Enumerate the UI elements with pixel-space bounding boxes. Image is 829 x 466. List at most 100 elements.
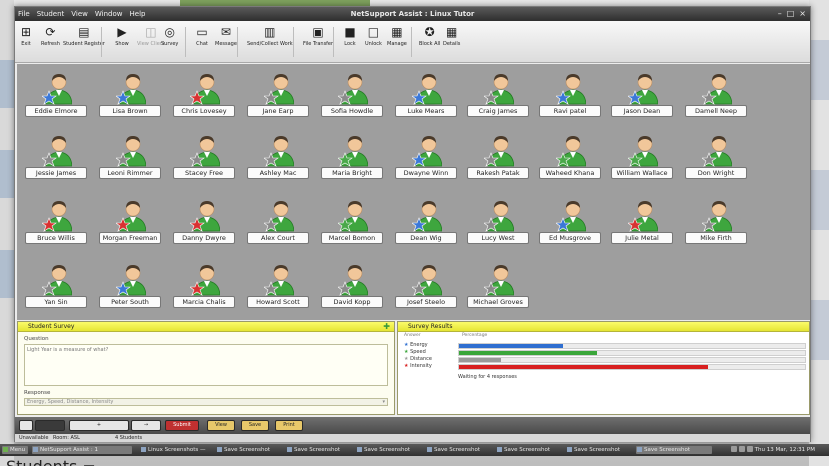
student-tile[interactable]: Don Wright bbox=[685, 133, 747, 185]
bottom-print-button[interactable]: Print bbox=[275, 420, 303, 431]
student-tile[interactable]: Eddie Elmore bbox=[25, 71, 87, 123]
taskbar-item[interactable]: Save Screenshot bbox=[566, 446, 630, 454]
student-tile[interactable]: Damell Neep bbox=[685, 71, 747, 123]
result-bar-track bbox=[458, 357, 806, 363]
taskbar-item[interactable]: Save Screenshot bbox=[356, 446, 420, 454]
bottom-forward-button[interactable]: → bbox=[131, 420, 161, 431]
bottom-add-button[interactable]: + bbox=[69, 420, 129, 431]
student-tile[interactable]: Danny Dwyre bbox=[173, 198, 235, 250]
manage-button[interactable]: ▦ Manage bbox=[387, 25, 407, 47]
student-tile[interactable]: Lucy West bbox=[467, 198, 529, 250]
chat-button[interactable]: ▭ Chat bbox=[195, 25, 209, 47]
student-tile[interactable]: Sofia Howdle bbox=[321, 71, 383, 123]
student-name: Jason Dean bbox=[611, 105, 673, 117]
student-tile[interactable]: Ashley Mac bbox=[247, 133, 309, 185]
clock[interactable]: Thu 13 Mar, 12:31 PM bbox=[755, 446, 815, 454]
student-tile[interactable]: David Kopp bbox=[321, 262, 383, 314]
student-tile[interactable]: Rakesh Patak bbox=[467, 133, 529, 185]
survey-results-panel: Survey Results Answer Percentage ★ Energ… bbox=[397, 321, 810, 415]
student-tile[interactable]: Marcel Bomon bbox=[321, 198, 383, 250]
question-textarea[interactable]: Light Year is a measure of what? bbox=[24, 344, 388, 386]
message-button[interactable]: ✉ Message bbox=[215, 25, 237, 47]
toolbar-label: Manage bbox=[387, 41, 407, 47]
result-answer: Speed bbox=[410, 349, 426, 355]
student-tile[interactable]: William Wallace bbox=[611, 133, 673, 185]
toolbar-separator bbox=[101, 27, 102, 57]
student-tile[interactable]: Craig James bbox=[467, 71, 529, 123]
toolbar-separator bbox=[411, 27, 412, 57]
taskbar-item[interactable]: NetSupport Assist : 1 bbox=[32, 446, 132, 454]
taskbar-item[interactable]: Save Screenshot bbox=[216, 446, 280, 454]
file-transfer-button[interactable]: ▣ File Transfer bbox=[303, 25, 333, 47]
start-menu-button[interactable]: Menu bbox=[2, 446, 28, 454]
survey-button[interactable]: ◎ Survey bbox=[161, 25, 178, 47]
toolbar-label: Exit bbox=[21, 41, 31, 47]
student-tile[interactable]: Chris Lovesey bbox=[173, 71, 235, 123]
student-tile[interactable]: Morgan Freeman bbox=[99, 198, 161, 250]
volume-icon[interactable] bbox=[739, 446, 745, 452]
student-tile[interactable]: Howard Scott bbox=[247, 262, 309, 314]
student-name: Julie Metal bbox=[611, 232, 673, 244]
bottom-btn-2[interactable] bbox=[35, 420, 65, 431]
taskbar-item[interactable]: Save Screenshot bbox=[426, 446, 490, 454]
student-tile[interactable]: Dwayne Winn bbox=[395, 133, 457, 185]
student-avatar-icon bbox=[483, 71, 515, 105]
minimize-button[interactable]: – bbox=[778, 7, 782, 21]
lock-button[interactable]: ■ Lock bbox=[343, 25, 357, 47]
student-tile[interactable]: Jason Dean bbox=[611, 71, 673, 123]
student-tile[interactable]: Julie Metal bbox=[611, 198, 673, 250]
network-icon[interactable] bbox=[731, 446, 737, 452]
student-avatar-icon bbox=[337, 198, 369, 232]
send-collect-work-button[interactable]: ▥ Send/Collect Work bbox=[247, 25, 293, 47]
bottom-view-button[interactable]: View bbox=[207, 420, 235, 431]
details-button[interactable]: ▦ Details bbox=[443, 25, 460, 47]
student-tile[interactable]: Alex Court bbox=[247, 198, 309, 250]
student-tile[interactable]: Yan Sin bbox=[25, 262, 87, 314]
taskbar-item[interactable]: Linux Screenshots — bbox=[140, 446, 210, 454]
student-avatar-icon bbox=[483, 262, 515, 296]
student-avatar-icon bbox=[189, 198, 221, 232]
battery-icon[interactable] bbox=[747, 446, 753, 452]
student-tile[interactable]: Jessie James bbox=[25, 133, 87, 185]
taskbar-item[interactable]: Save Screenshot bbox=[286, 446, 350, 454]
student-survey-panel: Student Survey ✚ Question Light Year is … bbox=[17, 321, 395, 415]
student-tile[interactable]: Bruce Willis bbox=[25, 198, 87, 250]
refresh-button[interactable]: ⟳ Refresh bbox=[41, 25, 60, 47]
student-tile[interactable]: Mike Firth bbox=[685, 198, 747, 250]
bottom-submit-button[interactable]: Submit bbox=[165, 420, 199, 431]
student-tile[interactable]: Dean Wig bbox=[395, 198, 457, 250]
taskbar-item[interactable]: Save Screenshot bbox=[636, 446, 712, 454]
student-tile[interactable]: Jane Earp bbox=[247, 71, 309, 123]
student-tile[interactable]: Luke Mears bbox=[395, 71, 457, 123]
bottom-save-button[interactable]: Save bbox=[241, 420, 269, 431]
student-tile[interactable]: Michael Groves bbox=[467, 262, 529, 314]
student-tile[interactable]: Ravi patel bbox=[539, 71, 601, 123]
student-tile[interactable]: Josef Steelo bbox=[395, 262, 457, 314]
exit-button[interactable]: ⊞ Exit bbox=[19, 25, 33, 47]
taskbar-item[interactable]: Save Screenshot bbox=[496, 446, 560, 454]
student-tile[interactable]: Waheed Khana bbox=[539, 133, 601, 185]
student-tile[interactable]: Marcia Chalis bbox=[173, 262, 235, 314]
bottom-btn-1[interactable] bbox=[19, 420, 33, 431]
results-panel-header: Survey Results bbox=[398, 322, 809, 332]
chat-icon: ▭ bbox=[196, 25, 208, 39]
show-button[interactable]: ▶ Show bbox=[115, 25, 129, 47]
block-all-button[interactable]: ✪ Block All bbox=[419, 25, 440, 47]
student-name: Bruce Willis bbox=[25, 232, 87, 244]
student-register-button[interactable]: ▤ Student Register bbox=[63, 25, 105, 47]
student-tile[interactable]: Ed Musgrove bbox=[539, 198, 601, 250]
student-avatar-icon bbox=[337, 133, 369, 167]
block-all-icon: ✪ bbox=[424, 25, 435, 39]
student-tile[interactable]: Peter South bbox=[99, 262, 161, 314]
response-select[interactable]: Energy, Speed, Distance, Intensity ▾ bbox=[24, 398, 388, 406]
message-icon: ✉ bbox=[220, 25, 231, 39]
unlock-button[interactable]: □ Unlock bbox=[365, 25, 382, 47]
student-tile[interactable]: Lisa Brown bbox=[99, 71, 161, 123]
pin-icon[interactable]: ✚ bbox=[383, 322, 390, 332]
student-tile[interactable]: Maria Bright bbox=[321, 133, 383, 185]
student-tile[interactable]: Leoni Rimmer bbox=[99, 133, 161, 185]
title-bar[interactable]: File Student View Window Help NetSupport Ass… bbox=[15, 7, 810, 21]
close-button[interactable]: × bbox=[799, 7, 806, 21]
student-tile[interactable]: Stacey Free bbox=[173, 133, 235, 185]
maximize-button[interactable]: □ bbox=[787, 7, 795, 21]
